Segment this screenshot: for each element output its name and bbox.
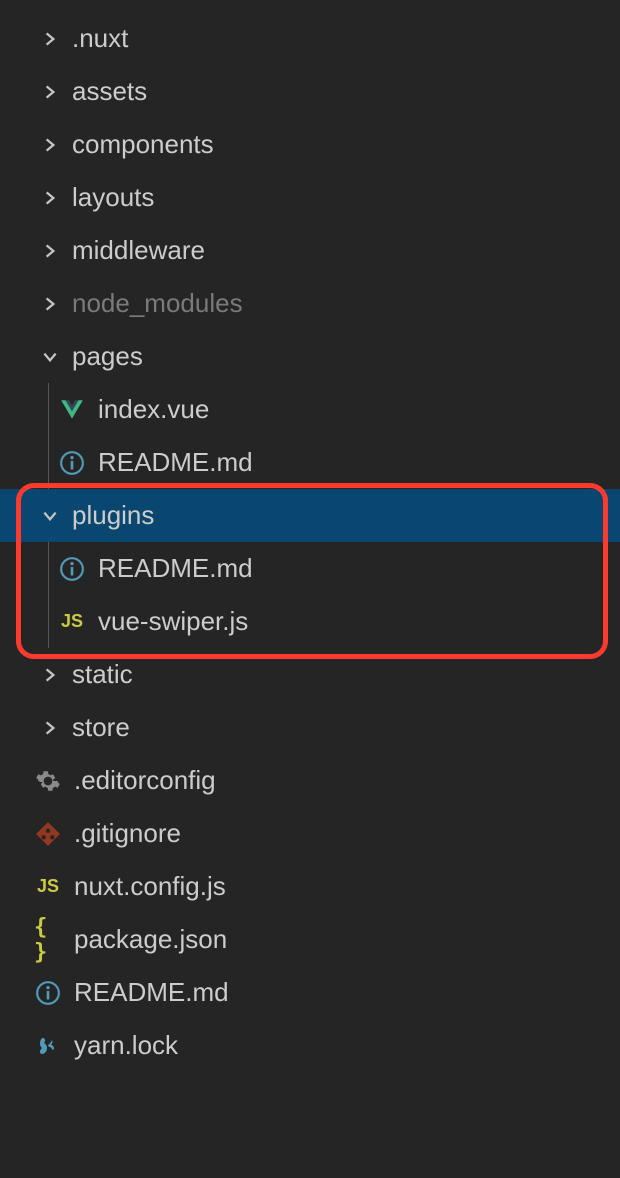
folder-label: layouts <box>72 182 154 213</box>
file-label: .gitignore <box>74 818 181 849</box>
file-label: README.md <box>74 977 229 1008</box>
folder-label: assets <box>72 76 147 107</box>
folder-layouts[interactable]: layouts <box>0 171 620 224</box>
folder-static[interactable]: static <box>0 648 620 701</box>
yarn-icon <box>34 1032 62 1060</box>
file-vue-swiper[interactable]: JS vue-swiper.js <box>0 595 620 648</box>
folder-label: components <box>72 129 214 160</box>
file-editorconfig[interactable]: .editorconfig <box>0 754 620 807</box>
chevron-right-icon <box>40 665 60 685</box>
info-icon <box>58 449 86 477</box>
chevron-right-icon <box>40 135 60 155</box>
file-label: .editorconfig <box>74 765 216 796</box>
folder-assets[interactable]: assets <box>0 65 620 118</box>
chevron-right-icon <box>40 82 60 102</box>
chevron-right-icon <box>40 294 60 314</box>
folder-label: middleware <box>72 235 205 266</box>
chevron-right-icon <box>40 29 60 49</box>
folder-pages[interactable]: pages <box>0 330 620 383</box>
folder-plugins[interactable]: plugins <box>0 489 620 542</box>
file-readme-root[interactable]: README.md <box>0 966 620 1019</box>
chevron-right-icon <box>40 718 60 738</box>
folder-store[interactable]: store <box>0 701 620 754</box>
git-icon <box>34 820 62 848</box>
folder-nuxt[interactable]: .nuxt <box>0 12 620 65</box>
folder-label: plugins <box>72 500 154 531</box>
file-label: index.vue <box>98 394 209 425</box>
folder-label: node_modules <box>72 288 243 319</box>
indent-guide <box>48 436 49 489</box>
folder-label: pages <box>72 341 143 372</box>
folder-label: .nuxt <box>72 23 128 54</box>
file-readme-plugins[interactable]: README.md <box>0 542 620 595</box>
chevron-right-icon <box>40 241 60 261</box>
info-icon <box>58 555 86 583</box>
vue-icon <box>58 396 86 424</box>
folder-middleware[interactable]: middleware <box>0 224 620 277</box>
file-index-vue[interactable]: index.vue <box>0 383 620 436</box>
indent-guide <box>48 542 49 595</box>
folder-components[interactable]: components <box>0 118 620 171</box>
file-label: README.md <box>98 447 253 478</box>
file-label: package.json <box>74 924 227 955</box>
file-nuxt-config[interactable]: JS nuxt.config.js <box>0 860 620 913</box>
file-yarn-lock[interactable]: yarn.lock <box>0 1019 620 1072</box>
file-label: yarn.lock <box>74 1030 178 1061</box>
folder-node-modules[interactable]: node_modules <box>0 277 620 330</box>
file-gitignore[interactable]: .gitignore <box>0 807 620 860</box>
file-readme-pages[interactable]: README.md <box>0 436 620 489</box>
chevron-down-icon <box>40 347 60 367</box>
folder-label: store <box>72 712 130 743</box>
file-tree: .nuxt assets components layouts middlewa… <box>0 0 620 1072</box>
js-icon: JS <box>34 873 62 901</box>
indent-guide <box>48 595 49 648</box>
file-label: README.md <box>98 553 253 584</box>
info-icon <box>34 979 62 1007</box>
file-label: nuxt.config.js <box>74 871 226 902</box>
indent-guide <box>48 383 49 436</box>
chevron-down-icon <box>40 506 60 526</box>
chevron-right-icon <box>40 188 60 208</box>
file-package-json[interactable]: { } package.json <box>0 913 620 966</box>
folder-label: static <box>72 659 133 690</box>
file-label: vue-swiper.js <box>98 606 248 637</box>
json-icon: { } <box>34 926 62 954</box>
js-icon: JS <box>58 608 86 636</box>
gear-icon <box>34 767 62 795</box>
